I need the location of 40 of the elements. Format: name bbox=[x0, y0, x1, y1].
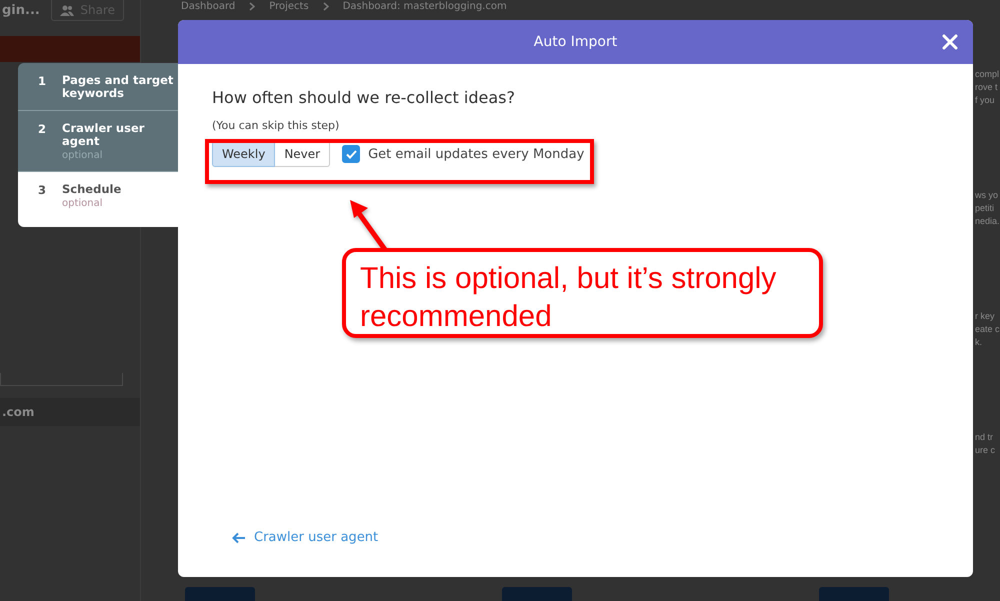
wizard-step[interactable]: 3 Schedule optional bbox=[18, 172, 178, 227]
card-text: petiti bbox=[974, 202, 996, 215]
card-text: k. bbox=[974, 336, 984, 349]
question-heading: How often should we re-collect ideas? bbox=[212, 88, 516, 107]
close-button[interactable] bbox=[941, 33, 959, 51]
card-text: ws yo bbox=[974, 189, 1000, 202]
frequency-toggle[interactable]: Never bbox=[275, 141, 330, 167]
wizard-step[interactable]: 1 Pages and target keywords bbox=[18, 63, 178, 111]
close-icon bbox=[942, 34, 958, 50]
wizard-step[interactable]: 2 Crawler user agent optional bbox=[18, 111, 178, 172]
card-text: f you bbox=[974, 94, 996, 107]
check-icon bbox=[346, 150, 357, 158]
breadcrumb-link[interactable]: Projects bbox=[269, 0, 309, 12]
setup-button[interactable] bbox=[185, 587, 255, 601]
card-text: rove t bbox=[974, 81, 999, 94]
back-link[interactable]: Crawler user agent bbox=[232, 530, 939, 545]
card-text: eate c bbox=[974, 323, 1000, 336]
callout-text: This is optional, but it’s strongly recommended bbox=[342, 248, 823, 338]
domain-label: .com bbox=[2, 405, 34, 419]
breadcrumb-link[interactable]: Dashboard: masterblogging.com bbox=[342, 0, 507, 12]
dialog-title: Auto Import bbox=[534, 34, 618, 50]
domain-row[interactable]: .com bbox=[0, 398, 140, 426]
checkbox[interactable] bbox=[342, 145, 360, 163]
chevron-icon bbox=[322, 2, 329, 11]
frequency-toggle[interactable]: Weekly bbox=[212, 141, 276, 167]
breadcrumb-link[interactable]: Dashboard bbox=[181, 0, 236, 12]
setup-button[interactable] bbox=[502, 587, 572, 601]
arrow-left-icon bbox=[232, 532, 246, 544]
card-text: r key bbox=[974, 310, 996, 323]
input-field[interactable] bbox=[0, 373, 123, 386]
card-text: nd tr bbox=[974, 431, 994, 444]
project-title: gin... bbox=[2, 3, 40, 18]
checkbox-label: Get email updates every Monday bbox=[368, 146, 584, 162]
card-text: nedia. bbox=[974, 215, 1000, 228]
users-icon bbox=[60, 4, 74, 16]
setup-button[interactable] bbox=[819, 587, 889, 601]
hint-text: (You can skip this step) bbox=[212, 119, 340, 132]
card-text: ure c bbox=[974, 444, 996, 457]
card-text: compl bbox=[974, 68, 1000, 81]
chevron-icon bbox=[249, 2, 256, 11]
